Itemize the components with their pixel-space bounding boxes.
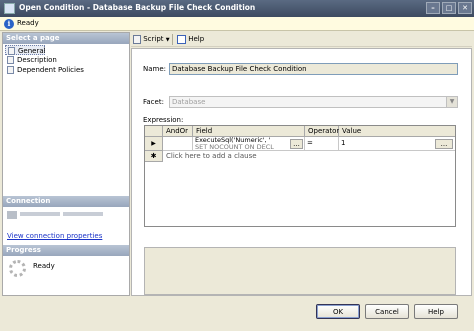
connection-user-redacted	[63, 212, 103, 216]
help-dialog-button[interactable]: Help	[414, 304, 458, 319]
ok-button[interactable]: OK	[316, 304, 360, 319]
expression-label: Expression:	[143, 116, 184, 124]
toolbar-separator	[172, 34, 173, 45]
column-header-field[interactable]: Field	[193, 126, 305, 137]
script-button[interactable]: Script ▼	[133, 34, 170, 45]
new-row-icon[interactable]: ✱	[145, 151, 163, 162]
view-connection-properties-link[interactable]: View connection properties	[7, 232, 102, 240]
window-title: Open Condition - Database Backup File Ch…	[19, 3, 256, 12]
page-icon	[7, 66, 14, 74]
cell-field[interactable]: ExecuteSql('Numeric', ' SET NOCOUNT ON D…	[193, 137, 305, 151]
value-ellipsis-button[interactable]: ...	[435, 139, 453, 149]
expression-grid: AndOr Field Operator Value ▶ ExecuteSql(…	[144, 125, 456, 227]
add-clause-prompt[interactable]: Click here to add a clause	[166, 152, 257, 160]
status-text: Ready	[17, 19, 39, 27]
script-icon	[133, 34, 141, 44]
facet-dropdown[interactable]: Database ▼	[169, 96, 458, 108]
form-area: Name: Database Backup File Check Conditi…	[131, 48, 472, 296]
name-label: Name:	[143, 65, 167, 73]
column-header-andor[interactable]: AndOr	[163, 126, 193, 137]
help-label: Help	[188, 35, 205, 43]
page-general-label: General	[18, 47, 46, 55]
cancel-button[interactable]: Cancel	[365, 304, 409, 319]
field-ellipsis-button[interactable]: ...	[290, 139, 303, 149]
page-dependent-policies[interactable]: Dependent Policies	[5, 65, 84, 75]
column-header-operator[interactable]: Operator	[305, 126, 339, 137]
chevron-down-icon: ▼	[446, 97, 457, 107]
progress-header: Progress	[3, 245, 129, 256]
column-header-value[interactable]: Value	[339, 126, 455, 137]
title-bar: Open Condition - Database Backup File Ch…	[0, 0, 474, 17]
close-button[interactable]: ✕	[458, 2, 472, 14]
help-icon	[177, 34, 186, 44]
server-icon	[7, 211, 17, 219]
facet-value: Database	[172, 98, 206, 106]
progress-status: Ready	[33, 262, 55, 270]
facet-label: Facet:	[143, 98, 164, 106]
page-general[interactable]: General	[5, 45, 46, 55]
chevron-down-icon: ▼	[165, 37, 170, 43]
page-description[interactable]: Description	[5, 55, 57, 65]
description-box	[144, 247, 456, 295]
select-page-header: Select a page	[3, 33, 129, 44]
minimize-button[interactable]: –	[426, 2, 440, 14]
progress-spinner-icon	[9, 260, 26, 277]
info-icon: i	[4, 19, 14, 29]
right-panel: Script ▼ Help Name: Database Backup File…	[131, 32, 472, 296]
page-description-label: Description	[17, 56, 57, 64]
status-strip: i Ready	[0, 17, 474, 31]
connection-server-redacted	[20, 212, 60, 216]
page-icon	[7, 56, 14, 64]
toolbar: Script ▼ Help	[131, 32, 472, 47]
cell-field-line2: SET NOCOUNT ON DECL	[195, 143, 274, 151]
help-button[interactable]: Help	[177, 34, 204, 45]
cell-andor[interactable]	[163, 137, 193, 151]
left-panel: Select a page General Description Depend…	[2, 32, 130, 296]
name-field[interactable]: Database Backup File Check Condition	[169, 63, 458, 75]
maximize-button[interactable]: □	[442, 2, 456, 14]
grid-corner-header	[145, 126, 163, 137]
page-icon	[8, 47, 15, 55]
connection-header: Connection	[3, 196, 129, 207]
row-selector-arrow-icon[interactable]: ▶	[145, 137, 163, 151]
script-label: Script	[143, 35, 164, 43]
cell-operator[interactable]: =	[305, 137, 339, 151]
page-dependent-policies-label: Dependent Policies	[17, 66, 84, 74]
app-icon	[4, 3, 15, 14]
